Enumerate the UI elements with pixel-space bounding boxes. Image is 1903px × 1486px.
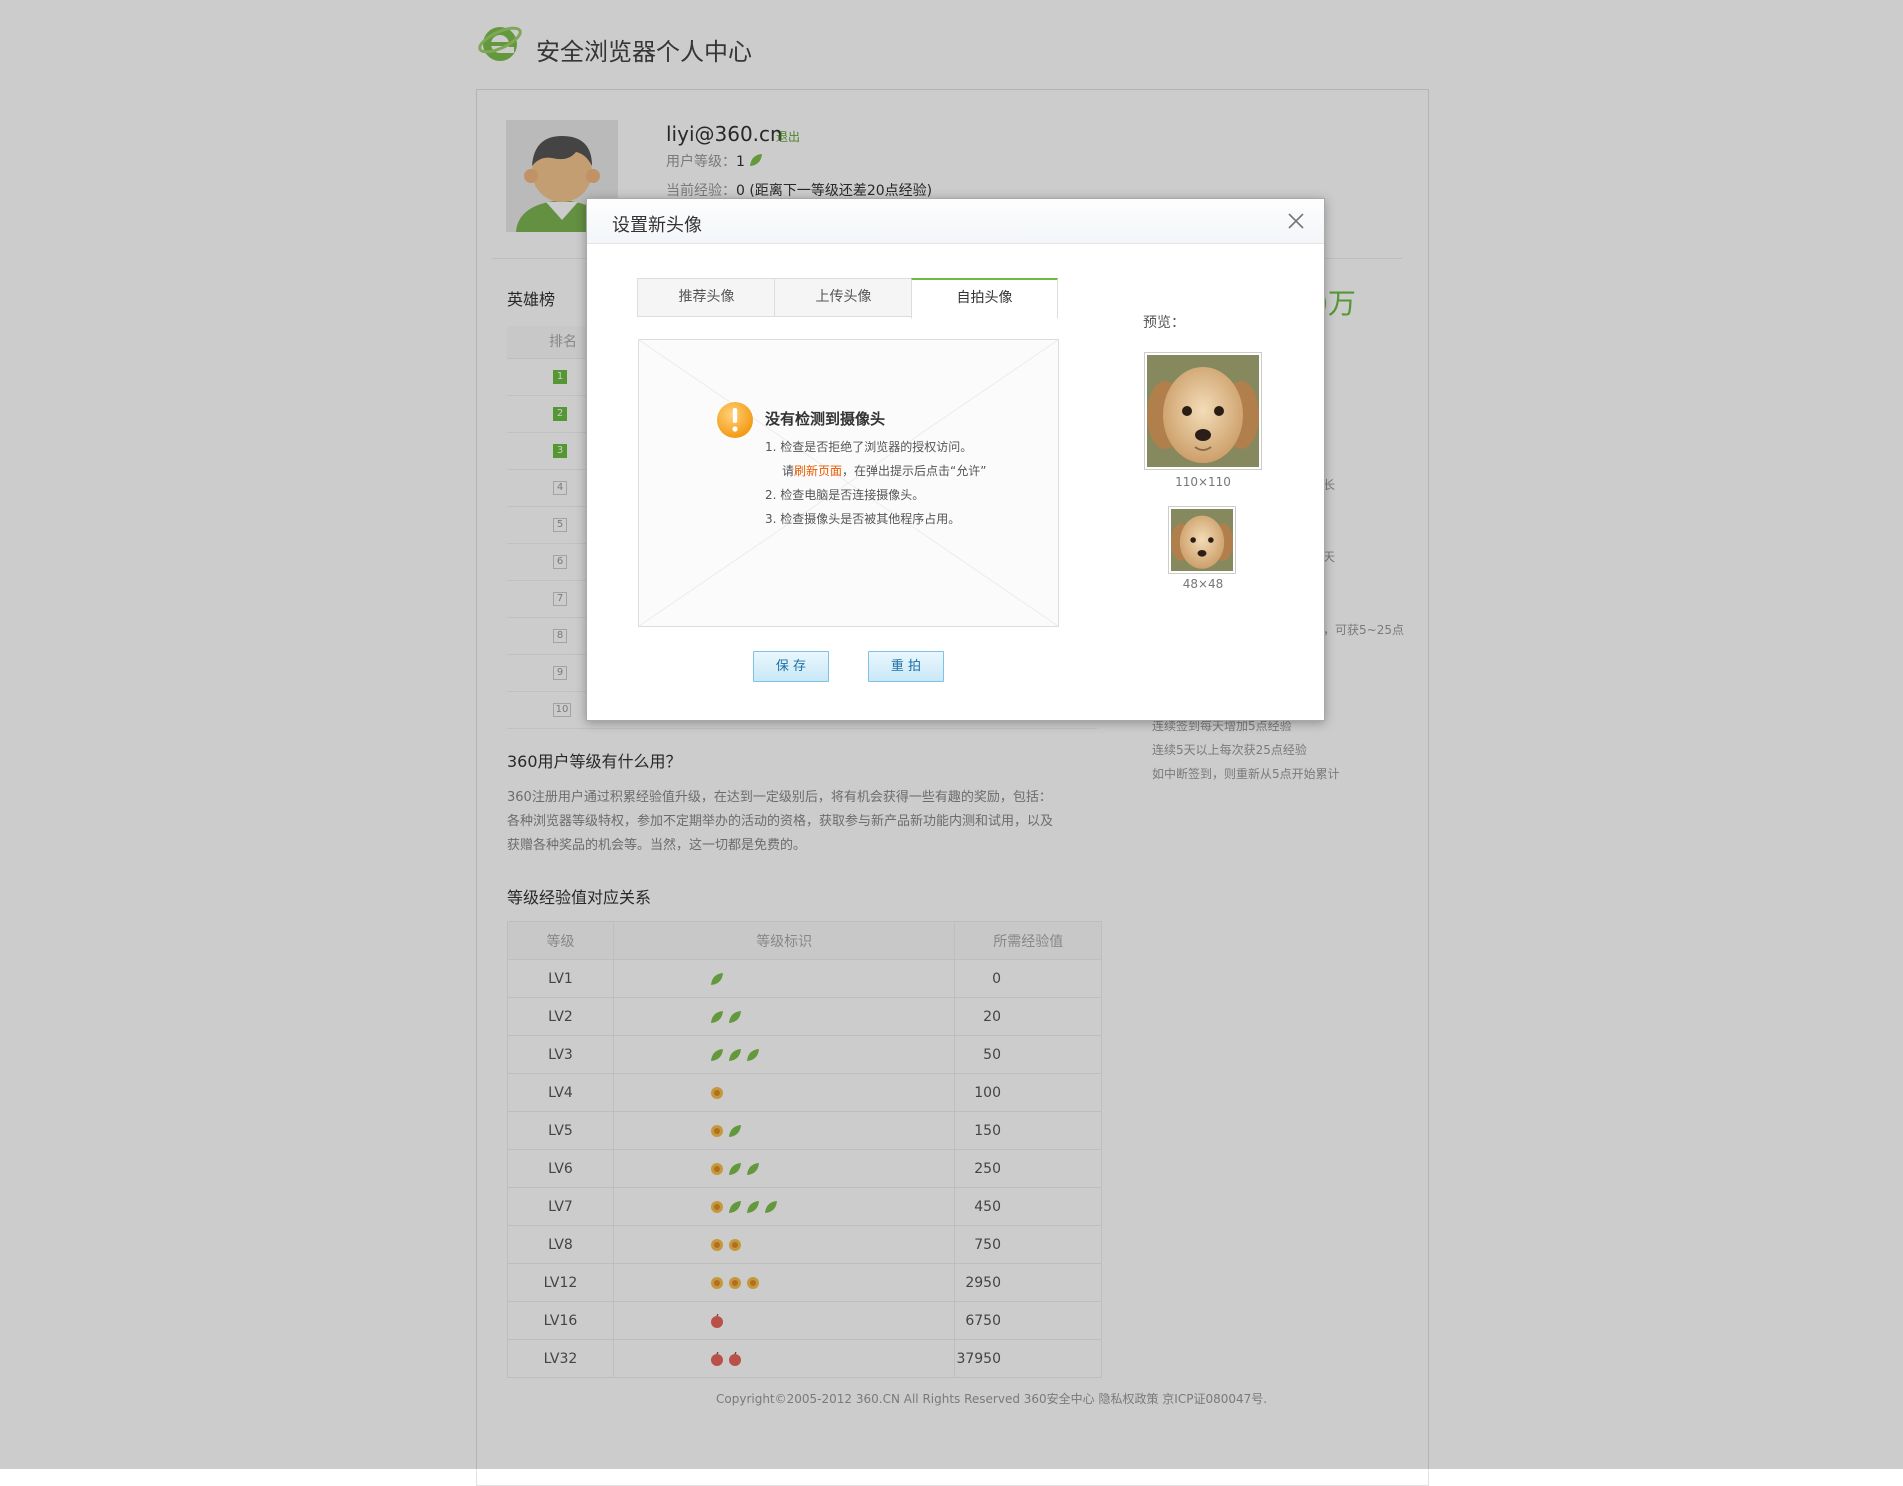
puppy-image [1171, 509, 1233, 571]
tab-recommended[interactable]: 推荐头像 [637, 278, 776, 317]
camera-placeholder-icon [639, 340, 1058, 626]
hint-line: 1. 检查是否拒绝了浏览器的授权访问。 [765, 440, 973, 454]
camera-area: 没有检测到摄像头 1. 检查是否拒绝了浏览器的授权访问。 请刷新页面，在弹出提示… [638, 339, 1059, 627]
hint-text: 请 [782, 464, 795, 478]
avatar-preview-large [1144, 352, 1262, 470]
warning-icon [717, 402, 753, 438]
puppy-image [1147, 355, 1259, 467]
hint-text: ，在弹出提示后点击“允许” [842, 464, 987, 478]
avatar-preview-small [1168, 506, 1236, 574]
close-icon[interactable] [1284, 209, 1308, 233]
preview-label: 预览： [1143, 315, 1185, 331]
refresh-page-link[interactable]: 刷新页面 [794, 464, 842, 478]
save-button[interactable]: 保 存 [753, 651, 829, 682]
tab-upload[interactable]: 上传头像 [774, 278, 913, 317]
retake-button[interactable]: 重 拍 [868, 651, 944, 682]
hint-line: 3. 检查摄像头是否被其他程序占用。 [765, 512, 961, 526]
hint-line: 2. 检查电脑是否连接摄像头。 [765, 488, 925, 502]
set-avatar-dialog: 设置新头像 推荐头像 上传头像 自拍头像 没有检测到摄像头 1. 检查是否拒绝了… [586, 198, 1325, 721]
tab-selfie[interactable]: 自拍头像 [911, 278, 1058, 319]
warning-title: 没有检测到摄像头 [765, 410, 886, 428]
avatar-tabs: 推荐头像 上传头像 自拍头像 [637, 278, 1058, 319]
dialog-title: 设置新头像 [612, 215, 702, 236]
size-label-small: 48×48 [1182, 577, 1224, 591]
hint-line: 请刷新页面，在弹出提示后点击“允许” [782, 462, 986, 479]
size-label-large: 110×110 [1175, 475, 1231, 489]
